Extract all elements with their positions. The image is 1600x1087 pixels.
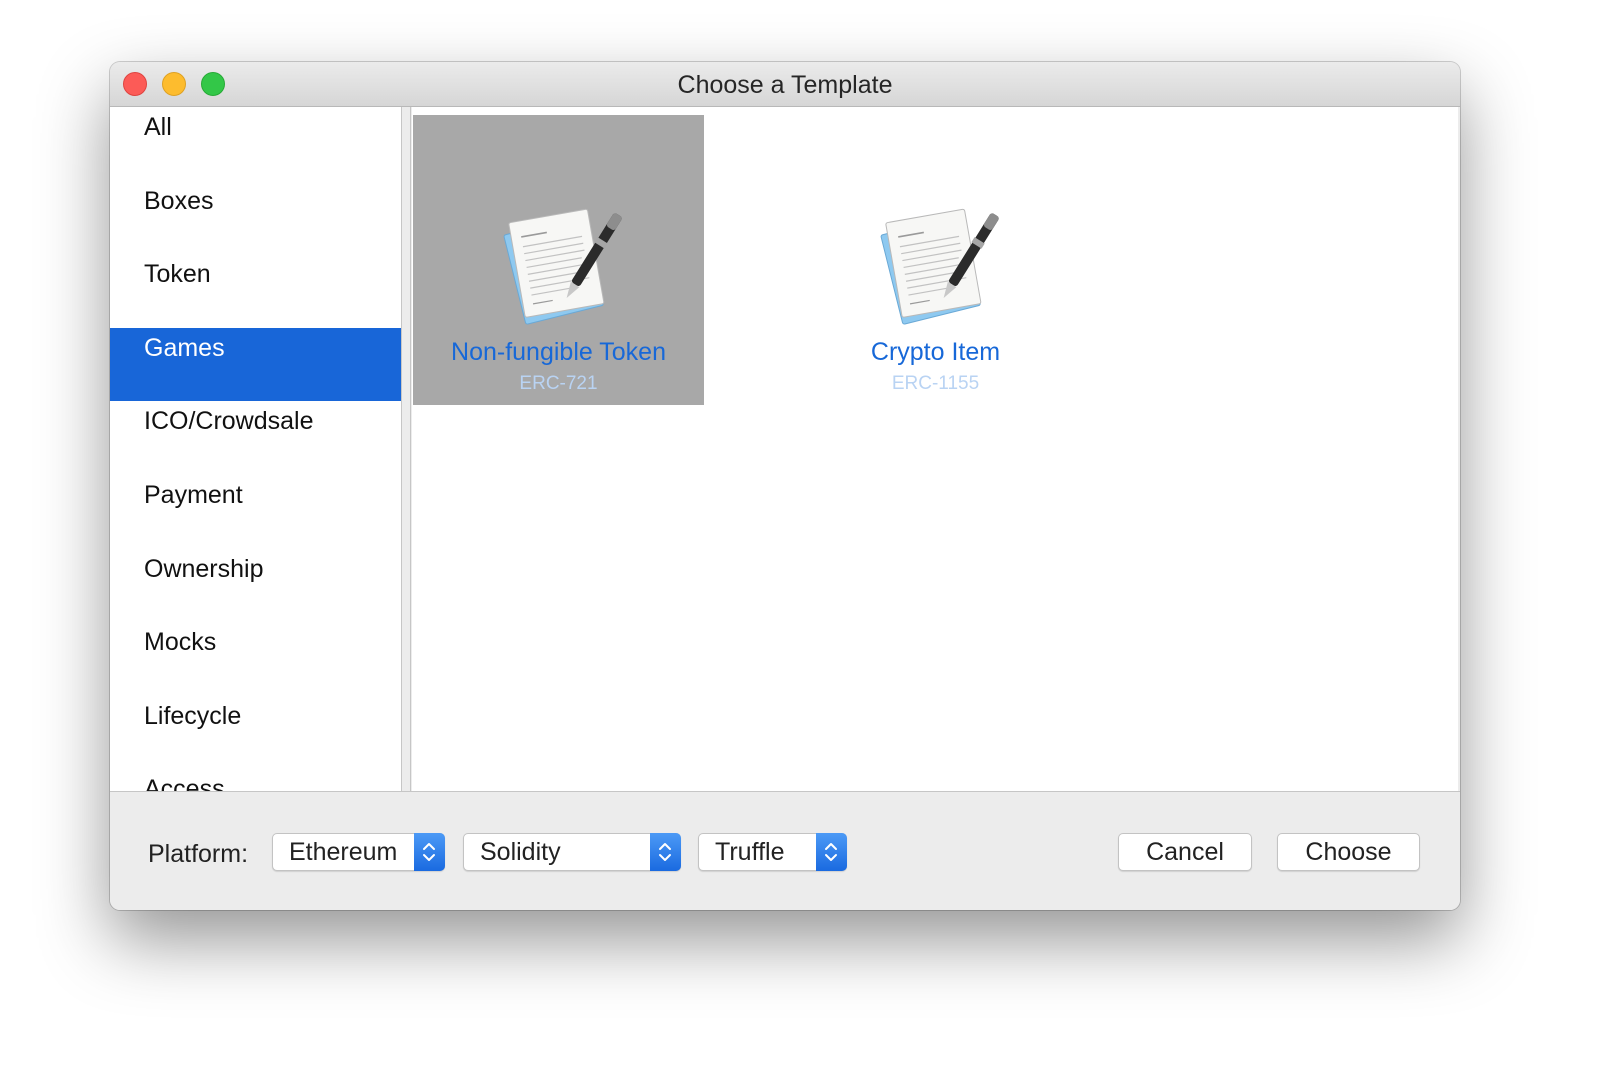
sidebar-item-ico-crowdsale[interactable]: ICO/Crowdsale: [110, 401, 401, 475]
sidebar-item-access[interactable]: Access: [110, 769, 401, 791]
language-popup-stepper[interactable]: [650, 833, 681, 871]
updown-chevron-icon: [825, 843, 837, 861]
document-pen-icon: [880, 208, 999, 325]
language-popup-value: Solidity: [480, 838, 561, 866]
bottom-bar: Platform: Ethereum Solidity Truffle Canc…: [110, 791, 1460, 910]
template-name: Non-fungible Token: [451, 338, 666, 366]
framework-popup-stepper[interactable]: [816, 833, 847, 871]
document-pen-icon: [503, 208, 622, 325]
sidebar-item-token[interactable]: Token: [110, 254, 401, 328]
platform-popup[interactable]: Ethereum: [272, 833, 445, 871]
template-subtitle: ERC-721: [519, 373, 598, 394]
template-grid: Non-fungible Token ERC-721 Crypto Item E…: [412, 107, 1458, 791]
category-sidebar: All Boxes Token Games ICO/Crowdsale Paym…: [110, 107, 402, 791]
sidebar-item-boxes[interactable]: Boxes: [110, 181, 401, 255]
updown-chevron-icon: [423, 843, 435, 861]
framework-popup[interactable]: Truffle: [698, 833, 847, 871]
cancel-button[interactable]: Cancel: [1118, 833, 1252, 871]
updown-chevron-icon: [659, 843, 671, 861]
template-tile-non-fungible-token[interactable]: Non-fungible Token ERC-721: [413, 115, 704, 405]
framework-popup-value: Truffle: [715, 838, 785, 866]
sidebar-item-lifecycle[interactable]: Lifecycle: [110, 696, 401, 770]
template-chooser-window: Choose a Template All Boxes Token Games …: [110, 62, 1460, 910]
sidebar-item-payment[interactable]: Payment: [110, 475, 401, 549]
sidebar-item-mocks[interactable]: Mocks: [110, 622, 401, 696]
title-bar[interactable]: Choose a Template: [110, 62, 1460, 107]
sidebar-item-games[interactable]: Games: [110, 327, 401, 402]
template-name: Crypto Item: [870, 338, 1001, 366]
platform-label: Platform:: [148, 840, 249, 868]
window-title: Choose a Template: [677, 71, 893, 99]
template-tile-crypto-item[interactable]: Crypto Item ERC-1155: [790, 115, 1081, 405]
sidebar-item-all[interactable]: All: [110, 107, 401, 181]
platform-popup-stepper[interactable]: [414, 833, 445, 871]
split-view-divider[interactable]: [402, 107, 411, 791]
language-popup[interactable]: Solidity: [463, 833, 681, 871]
platform-popup-value: Ethereum: [289, 838, 398, 866]
sidebar-item-ownership[interactable]: Ownership: [110, 549, 401, 623]
choose-button[interactable]: Choose: [1277, 833, 1420, 871]
template-subtitle: ERC-1155: [891, 373, 980, 394]
